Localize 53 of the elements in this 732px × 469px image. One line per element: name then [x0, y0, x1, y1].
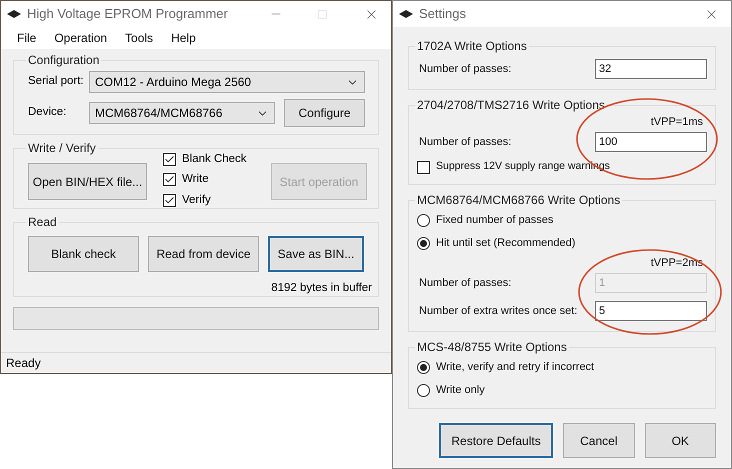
dropdown[interactable]: COM12 - Arduino Mega 2560 — [89, 71, 365, 93]
radio-label: Write only — [436, 383, 485, 398]
button[interactable]: Blank check — [28, 236, 139, 272]
checkbox[interactable] — [163, 173, 176, 186]
menu-item[interactable]: Operation — [46, 29, 116, 47]
button[interactable]: OK — [644, 423, 716, 458]
checkbox-label: Blank Check — [182, 152, 247, 167]
group-title: 2704/2708/TMS2716 Write Options — [416, 97, 606, 114]
note-text: tVPP=1ms — [650, 115, 703, 128]
chip-icon — [7, 10, 21, 18]
group-title: Write / Verify — [27, 140, 97, 157]
checkbox[interactable] — [163, 153, 176, 166]
radio-label: Fixed number of passes — [436, 213, 554, 228]
group-title: Configuration — [27, 52, 100, 69]
checkbox-label: Write — [182, 172, 209, 188]
group-title: 1702A Write Options — [416, 38, 528, 55]
field-label: Number of passes: — [418, 134, 512, 150]
input-field[interactable]: 32 — [595, 59, 707, 79]
button[interactable]: Configure — [284, 99, 365, 127]
radio-button[interactable] — [417, 237, 430, 250]
button[interactable]: Open BIN/HEX file... — [28, 163, 147, 200]
window-title: Settings — [419, 5, 467, 24]
status-text: Ready — [6, 355, 41, 372]
button[interactable]: Save as BIN... — [268, 236, 364, 272]
radio-button[interactable] — [417, 361, 430, 374]
checkbox[interactable] — [417, 160, 430, 174]
field-label: Number of extra writes once set: — [418, 304, 578, 319]
group-title: MCM68764/MCM68766 Write Options — [416, 192, 622, 209]
radio-button[interactable] — [417, 214, 430, 227]
radio-label: Hit until set (Recommended) — [436, 236, 576, 252]
buffer-status-text: 8192 bytes in buffer — [271, 281, 372, 296]
field-label: Number of passes: — [418, 62, 512, 77]
field-label: Serial port: — [28, 74, 85, 90]
button[interactable]: Cancel — [563, 423, 635, 458]
window-title: High Voltage EPROM Programmer — [27, 5, 229, 24]
note-text: tVPP=2ms — [650, 256, 703, 269]
dropdown[interactable]: MCM68764/MCM68766 — [89, 102, 275, 124]
button[interactable]: Restore Defaults — [439, 423, 554, 458]
radio-button[interactable] — [417, 384, 430, 397]
input-field[interactable]: 5 — [595, 301, 707, 321]
checkbox[interactable] — [163, 194, 176, 207]
checkbox-label: Verify — [182, 192, 211, 208]
radio-label: Write, verify and retry if incorrect — [436, 360, 594, 376]
field-label: Number of passes: — [418, 276, 512, 291]
menu-item[interactable]: Tools — [117, 29, 162, 47]
menu-item[interactable]: Help — [163, 29, 204, 47]
chip-icon — [399, 10, 413, 18]
button[interactable]: Read from device — [148, 236, 259, 272]
group-title: Read — [27, 214, 58, 231]
group-title: MCS-48/8755 Write Options — [416, 339, 568, 356]
input-field[interactable]: 100 — [595, 132, 707, 152]
menu-item[interactable]: File — [9, 29, 44, 47]
field-label: Device: — [28, 105, 68, 120]
